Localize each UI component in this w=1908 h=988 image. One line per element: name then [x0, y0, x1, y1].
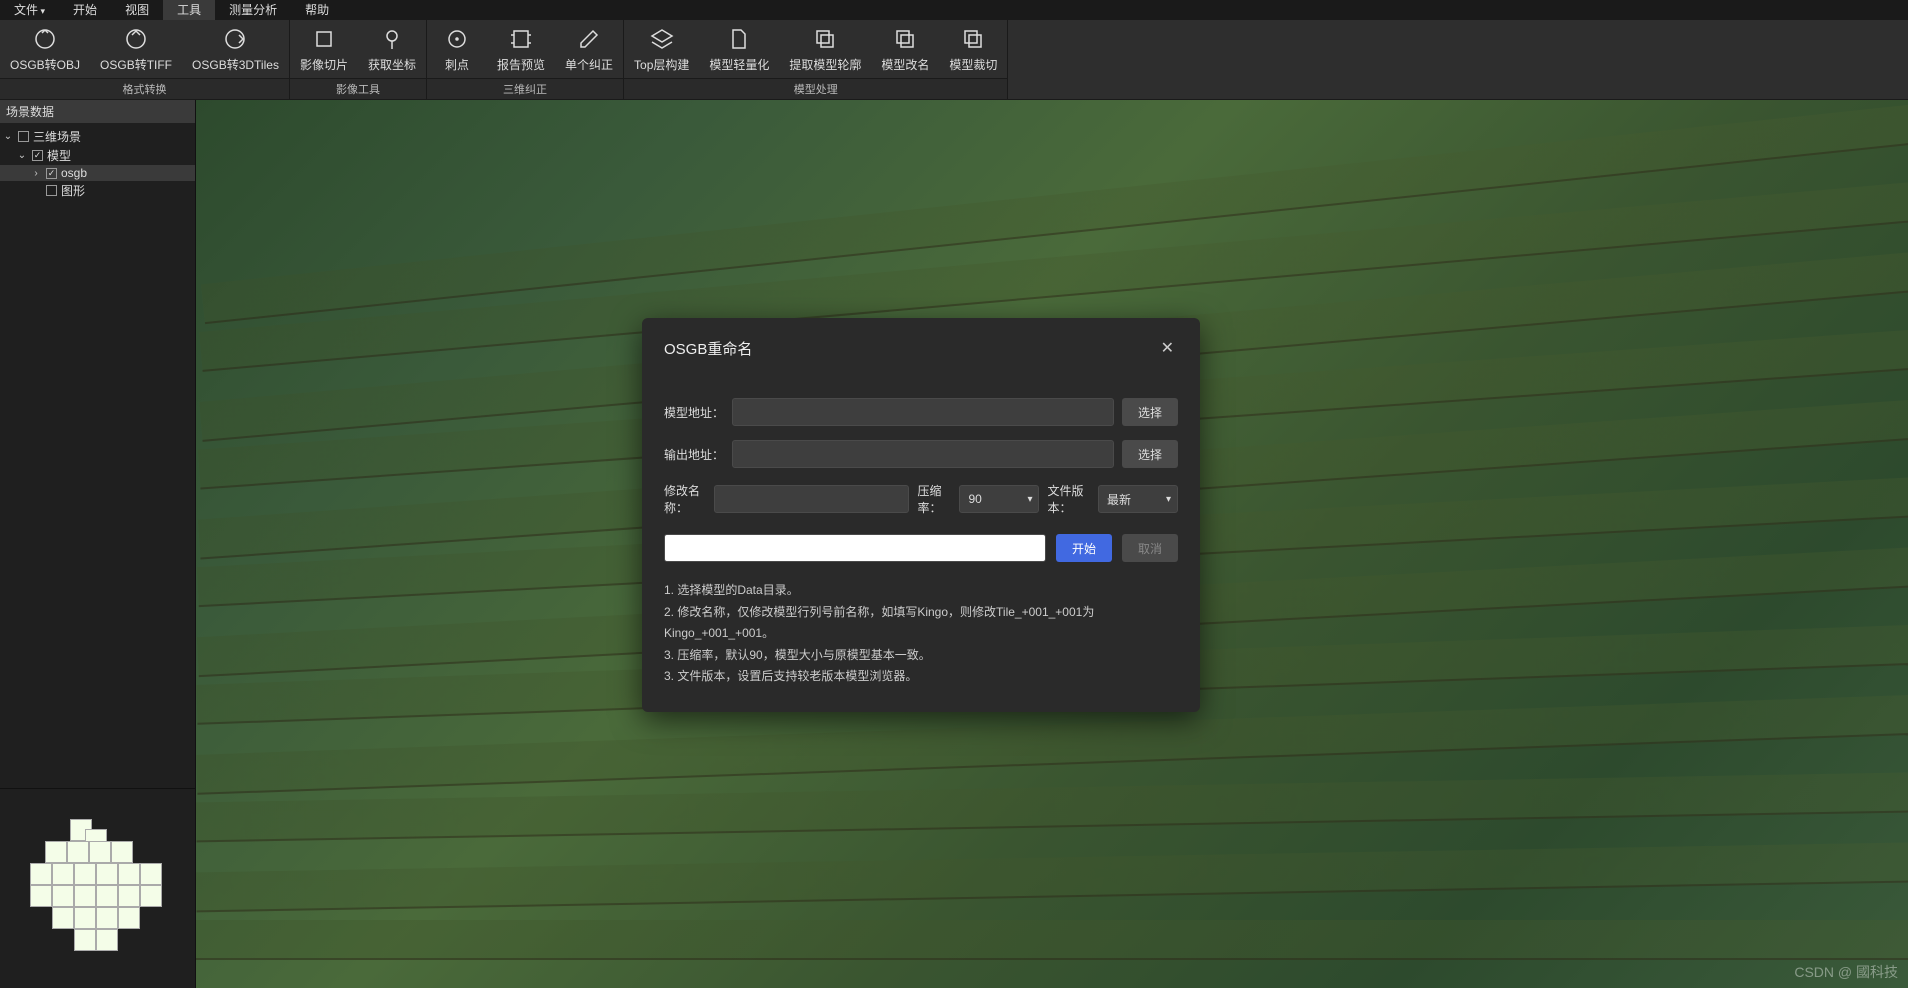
label-output-path: 输出地址：	[664, 446, 724, 463]
tree-node-osgb[interactable]: › osgb	[0, 165, 195, 181]
convert-icon	[32, 26, 58, 52]
convert-icon	[123, 26, 149, 52]
minimap[interactable]	[0, 788, 195, 988]
btn-start[interactable]: 开始	[1056, 534, 1112, 562]
btn-report-preview[interactable]: 报告预览	[487, 20, 555, 78]
menu-help[interactable]: 帮助	[291, 0, 343, 20]
label-model-path: 模型地址：	[664, 404, 724, 421]
ribbon-group-image: 影像切片 获取坐标 影像工具	[290, 20, 427, 99]
input-rename[interactable]	[714, 485, 909, 513]
report-icon	[508, 26, 534, 52]
btn-top-layer[interactable]: Top层构建	[624, 20, 699, 78]
pin-icon	[379, 26, 405, 52]
btn-osgb-to-3dtiles[interactable]: OSGB转3DTiles	[182, 20, 289, 78]
expand-icon[interactable]: ›	[30, 168, 42, 179]
tree-node-model[interactable]: ⌄ 模型	[0, 146, 195, 165]
btn-osgb-to-obj[interactable]: OSGB转OBJ	[0, 20, 90, 78]
dialog-help: 1. 选择模型的Data目录。 2. 修改名称，仅修改模型行列号前名称，如填写K…	[664, 580, 1178, 688]
menu-start[interactable]: 开始	[59, 0, 111, 20]
menu-bar: 文件 开始 视图 工具 测量分析 帮助	[0, 0, 1908, 20]
scene-tree: ⌄ 三维场景 ⌄ 模型 › osgb 图形	[0, 123, 195, 788]
tree-label: 图形	[61, 182, 85, 199]
collapse-icon[interactable]: ⌄	[2, 131, 14, 142]
btn-model-rename[interactable]: 模型改名	[871, 20, 939, 78]
btn-image-slice[interactable]: 影像切片	[290, 20, 358, 78]
minimap-tiles	[30, 819, 170, 959]
tree-node-scene[interactable]: ⌄ 三维场景	[0, 127, 195, 146]
tree-label: 模型	[47, 147, 71, 164]
checkbox[interactable]	[18, 131, 29, 142]
convert-icon	[222, 26, 248, 52]
file-icon	[726, 26, 752, 52]
btn-get-coord[interactable]: 获取坐标	[358, 20, 426, 78]
stack-icon	[960, 26, 986, 52]
ribbon-group-label: 影像工具	[290, 78, 426, 99]
tree-node-shape[interactable]: 图形	[0, 181, 195, 200]
label-rename: 修改名称：	[664, 482, 706, 516]
btn-model-lightweight[interactable]: 模型轻量化	[699, 20, 779, 78]
panel-title-scene: 场景数据	[0, 100, 195, 123]
ribbon-group-label: 三维纠正	[427, 78, 623, 99]
ribbon-group-label: 格式转换	[0, 78, 289, 99]
btn-extract-outline[interactable]: 提取模型轮廓	[779, 20, 871, 78]
watermark: CSDN @ 國科技	[1794, 962, 1898, 982]
sidebar: 场景数据 ⌄ 三维场景 ⌄ 模型 › osgb 图形	[0, 100, 196, 988]
stack-icon	[812, 26, 838, 52]
checkbox[interactable]	[46, 168, 57, 179]
target-icon	[444, 26, 470, 52]
menu-file[interactable]: 文件	[0, 0, 59, 20]
checkbox[interactable]	[46, 185, 57, 196]
layers-icon	[649, 26, 675, 52]
dialog-osgb-rename: OSGB重命名 ✕ 模型地址： 选择 输出地址： 选择 修改名称： 压缩率：	[642, 318, 1200, 712]
select-version[interactable]: 最新	[1098, 485, 1178, 513]
close-icon[interactable]: ✕	[1157, 334, 1178, 362]
tree-label: 三维场景	[33, 128, 81, 145]
btn-single-correct[interactable]: 单个纠正	[555, 20, 623, 78]
btn-prick[interactable]: 刺点	[427, 20, 487, 78]
viewport-3d[interactable]: OSGB重命名 ✕ 模型地址： 选择 输出地址： 选择 修改名称： 压缩率：	[196, 100, 1908, 988]
input-progress	[664, 534, 1046, 562]
collapse-icon[interactable]: ⌄	[16, 150, 28, 161]
edit-icon	[576, 26, 602, 52]
btn-select-output[interactable]: 选择	[1122, 440, 1178, 468]
input-model-path[interactable]	[732, 398, 1114, 426]
menu-view[interactable]: 视图	[111, 0, 163, 20]
ribbon-group-label: 模型处理	[624, 78, 1007, 99]
label-compress: 压缩率：	[917, 482, 951, 516]
ribbon-group-format: OSGB转OBJ OSGB转TIFF OSGB转3DTiles 格式转换	[0, 20, 290, 99]
square-icon	[311, 26, 337, 52]
btn-model-crop[interactable]: 模型裁切	[939, 20, 1007, 78]
menu-tools[interactable]: 工具	[163, 0, 215, 20]
menu-measure[interactable]: 测量分析	[215, 0, 291, 20]
btn-osgb-to-tiff[interactable]: OSGB转TIFF	[90, 20, 182, 78]
btn-select-model[interactable]: 选择	[1122, 398, 1178, 426]
btn-cancel[interactable]: 取消	[1122, 534, 1178, 562]
checkbox[interactable]	[32, 150, 43, 161]
ribbon-group-model: Top层构建 模型轻量化 提取模型轮廓 模型改名 模型裁切 模型处理	[624, 20, 1008, 99]
dialog-title: OSGB重命名	[664, 338, 752, 359]
ribbon-group-correct: 刺点 报告预览 单个纠正 三维纠正	[427, 20, 624, 99]
label-version: 文件版本：	[1047, 482, 1090, 516]
input-output-path[interactable]	[732, 440, 1114, 468]
tree-label: osgb	[61, 166, 87, 180]
select-compress[interactable]: 90	[959, 485, 1039, 513]
ribbon-toolbar: OSGB转OBJ OSGB转TIFF OSGB转3DTiles 格式转换 影像切…	[0, 20, 1908, 100]
stack-icon	[892, 26, 918, 52]
